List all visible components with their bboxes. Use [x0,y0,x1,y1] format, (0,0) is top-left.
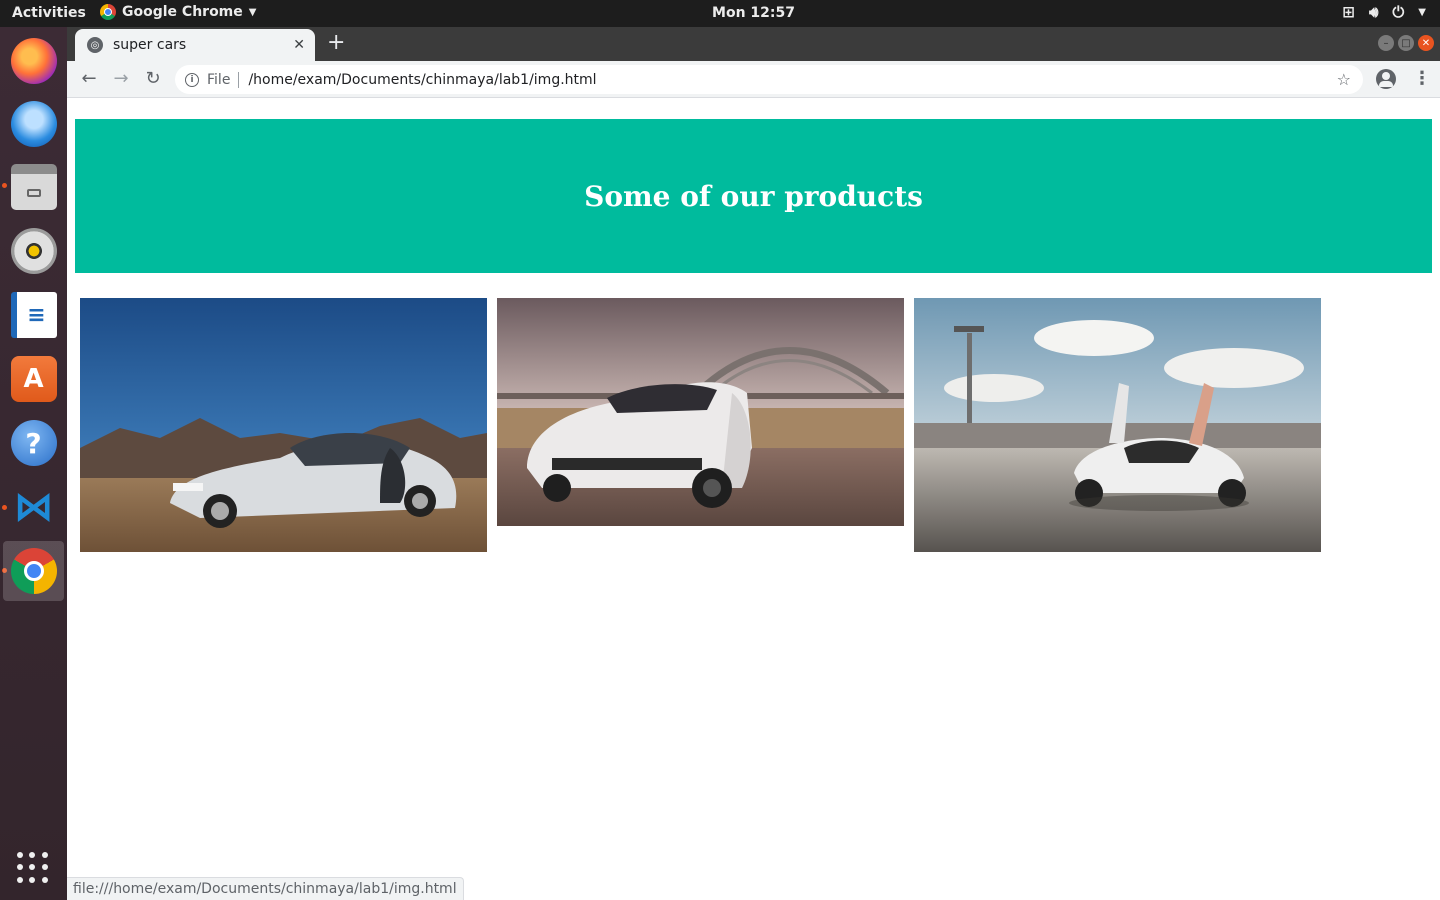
browser-toolbar: ← → ↻ i File /home/exam/Documents/chinma… [67,61,1440,98]
car-photo-2 [497,298,904,526]
dock-item-thunderbird[interactable] [3,94,64,154]
system-top-bar: Activities Google Chrome ▼ Mon 12:57 ⊞ 🔊… [0,0,1440,27]
page-heading: Some of our products [584,179,923,213]
status-bubble: file:///home/exam/Documents/chinmaya/lab… [67,877,464,900]
dock-item-software[interactable]: A [3,349,64,409]
tab-super-cars[interactable]: ◎ super cars ✕ [75,29,315,61]
more-menu-icon[interactable]: ⋮ [1413,68,1431,90]
volume-icon: 🔊︎ [1368,3,1379,21]
files-icon [10,164,57,210]
reload-icon[interactable]: ↻ [141,67,165,91]
network-icon: ⊞ [1342,3,1355,21]
dock-item-writer[interactable]: ≡ [3,285,64,345]
profile-icon[interactable] [1376,69,1396,89]
dock-item-help[interactable]: ? [3,413,64,473]
forward-icon[interactable]: → [109,67,133,91]
tab-strip: ◎ super cars ✕ + – □ ✕ [67,27,1440,61]
car-photo-3 [914,298,1321,552]
car-photo-1 [80,298,487,552]
divider [238,71,240,88]
globe-icon: ◎ [87,37,103,53]
dock-item-rhythmbox[interactable] [3,221,64,281]
dock: ≡ A ? ⋈ [0,27,67,900]
minimize-icon[interactable]: – [1378,35,1394,51]
new-tab-button[interactable]: + [327,32,345,54]
dock-item-firefox[interactable] [3,31,64,91]
show-applications-icon[interactable] [17,852,49,884]
libreoffice-writer-icon: ≡ [10,292,57,338]
dock-item-vscode[interactable]: ⋈ [3,477,64,537]
vscode-icon: ⋈ [13,484,54,530]
window-controls: – □ ✕ [1378,35,1434,51]
address-scheme: File [207,71,231,88]
chevron-down-icon: ▼ [1418,6,1426,18]
bookmark-star-icon[interactable]: ☆ [1337,70,1351,89]
header-banner: Some of our products [75,119,1432,273]
help-icon: ? [10,420,57,466]
thunderbird-icon [10,101,57,147]
address-bar[interactable]: i File /home/exam/Documents/chinmaya/lab… [175,65,1363,94]
dock-item-files[interactable] [3,157,64,217]
power-icon: ⏻ [1392,3,1405,21]
firefox-icon [10,38,57,84]
back-icon[interactable]: ← [77,67,101,91]
rhythmbox-icon [10,228,57,274]
ubuntu-software-icon: A [10,356,57,402]
dock-item-chrome[interactable] [3,541,64,601]
page-content: Some of our products [67,99,1440,900]
close-tab-icon[interactable]: ✕ [293,37,305,53]
tab-title: super cars [113,37,187,53]
address-text[interactable]: /home/exam/Documents/chinmaya/lab1/img.h… [248,72,596,88]
chrome-icon [10,548,57,594]
clock[interactable]: Mon 12:57 [0,5,1440,21]
system-tray[interactable]: ⊞ 🔊︎ ⏻ ▼ [1342,3,1426,21]
maximize-icon[interactable]: □ [1398,35,1414,51]
close-window-icon[interactable]: ✕ [1418,35,1434,51]
info-icon[interactable]: i [185,72,199,87]
